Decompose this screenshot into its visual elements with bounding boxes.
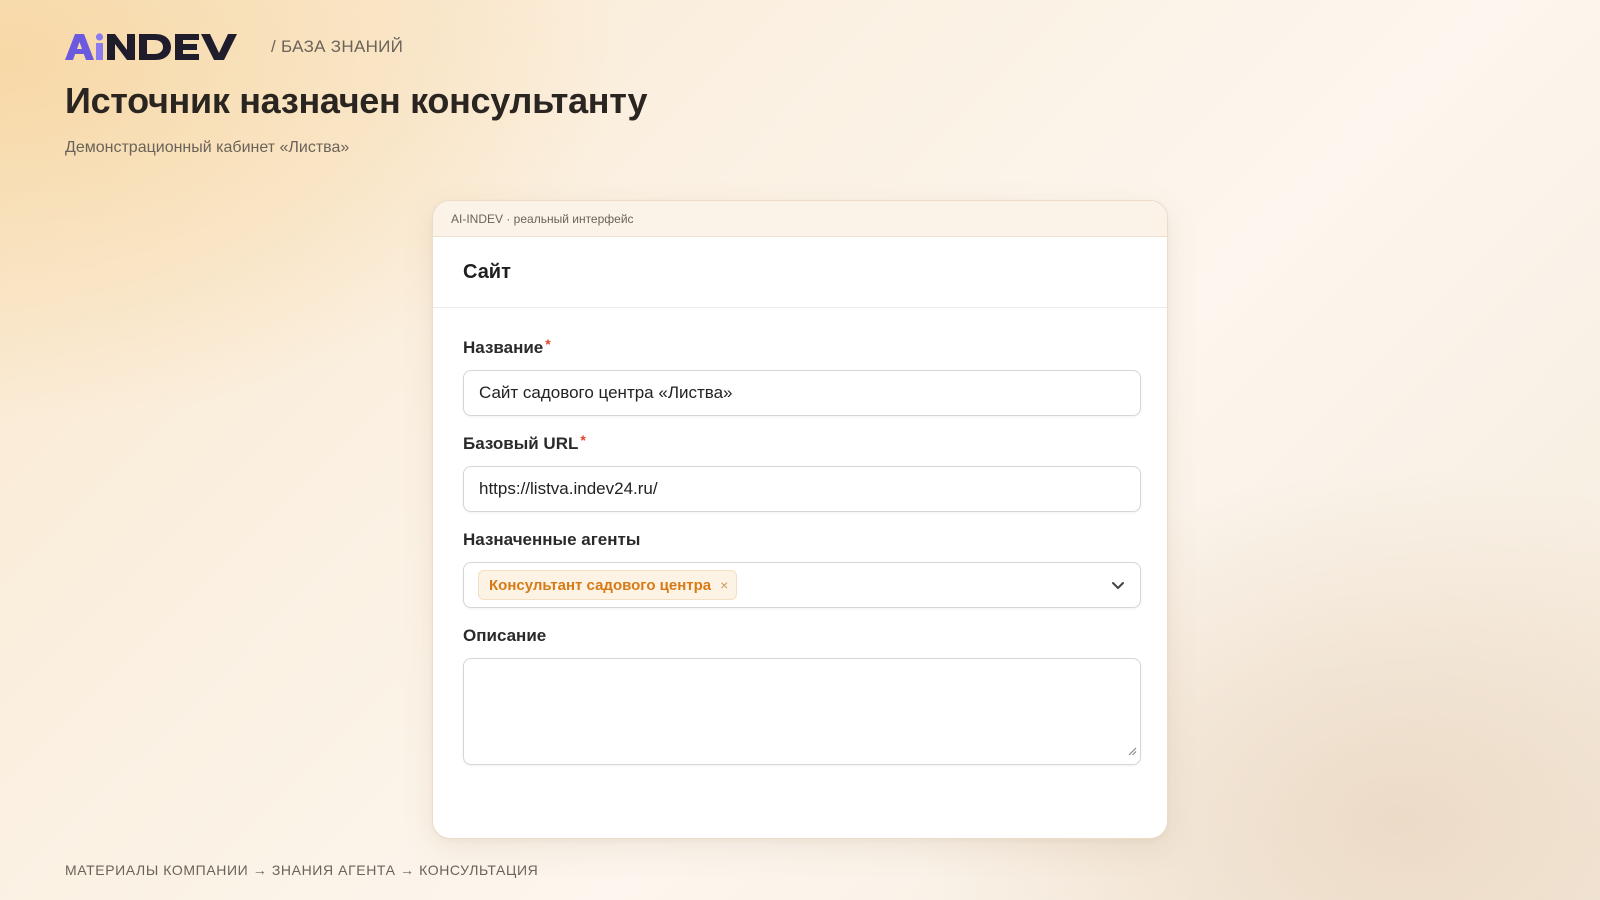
logo-mark [65,33,237,60]
name-input[interactable] [463,370,1141,416]
field-description: Описание [463,626,1141,765]
base-url-label: Базовый URL * [463,432,1139,456]
resize-handle-icon[interactable] [1127,743,1137,761]
agents-label-text: Назначенные агенты [463,530,641,549]
tag-remove-icon[interactable]: × [720,577,728,593]
card-topbar: AI-INDEV · реальный интерфейс [433,201,1167,237]
field-agents: Назначенные агенты Консультант садового … [463,530,1141,608]
agent-tag-label: Консультант садового центра [489,576,712,594]
section-label: / БАЗА ЗНАНИЙ [271,37,404,56]
agents-label: Назначенные агенты [463,530,1139,552]
footer-flow: МАТЕРИАЛЫ КОМПАНИИ → ЗНАНИЯ АГЕНТА → КОН… [65,862,539,878]
base-url-input[interactable] [463,466,1141,512]
base-url-label-text: Базовый URL [463,434,579,453]
field-base-url: Базовый URL * [463,432,1141,512]
chevron-down-icon[interactable] [1110,577,1126,593]
description-label: Описание [463,626,1139,648]
card-header: Сайт [433,237,1167,308]
agents-select[interactable]: Консультант садового центра × [463,562,1141,608]
required-mark: * [545,336,551,352]
page-title: Источник назначен консультанту [65,80,648,121]
description-textarea[interactable] [463,658,1141,765]
name-label-text: Название [463,338,544,357]
page-subtitle: Демонстрационный кабинет «Листва» [65,139,350,156]
card-title: Сайт [463,260,511,283]
source-card: AI-INDEV · реальный интерфейс Сайт Назва… [432,200,1168,839]
name-label: Название * [463,336,1139,360]
header: / БАЗА ЗНАНИЙ [65,28,403,66]
agent-tag: Консультант садового центра × [478,570,738,600]
description-label-text: Описание [463,626,547,645]
brand-logo[interactable] [65,28,249,66]
card-form: Название * Базовый URL * Назначенные аге… [433,308,1167,765]
required-mark: * [580,432,586,448]
field-name: Название * [463,336,1141,416]
topbar-label: AI-INDEV · реальный интерфейс [451,211,634,226]
